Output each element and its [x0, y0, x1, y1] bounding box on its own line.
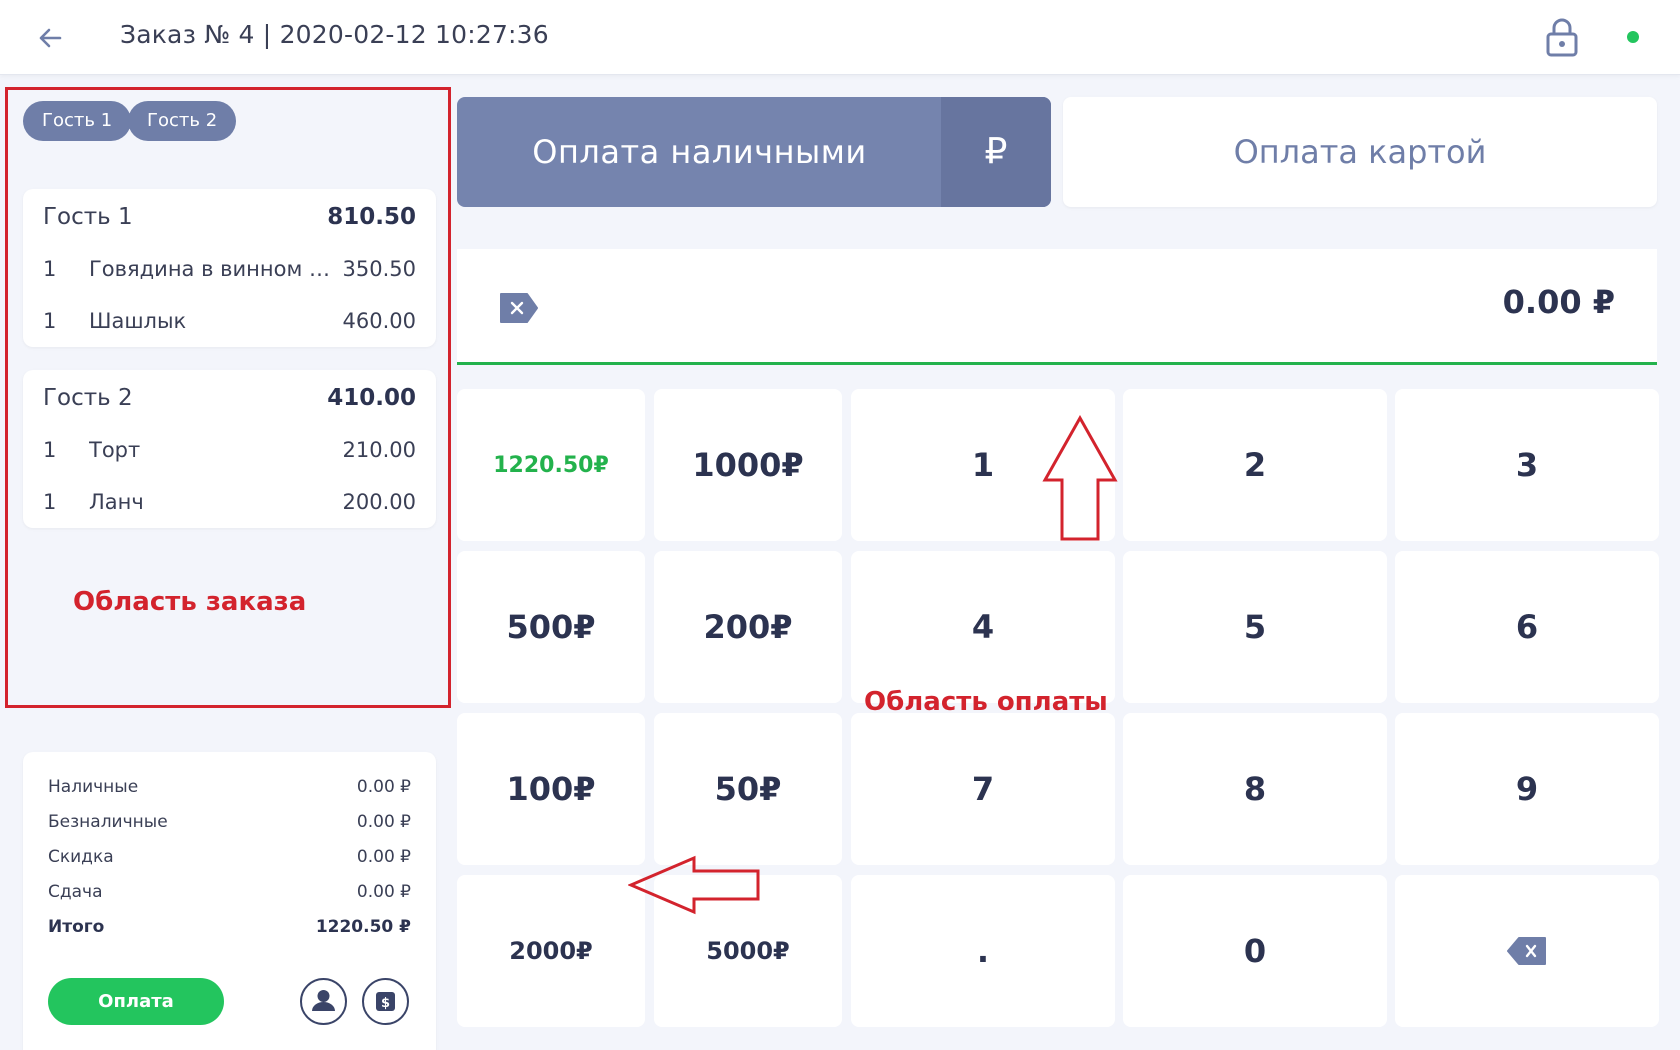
back-arrow-icon[interactable]: [32, 20, 68, 56]
guest-card-header: Гость 1 810.50: [43, 201, 416, 233]
connection-status-indicator: [1627, 31, 1639, 43]
summary-value: 0.00 ₽: [356, 812, 411, 832]
summary-row-total: Итого 1220.50 ₽: [48, 913, 411, 941]
preset-50-key[interactable]: 50₽: [654, 713, 842, 865]
guest-total: 410.00: [327, 385, 416, 411]
card-payment-tab[interactable]: Оплата картой: [1063, 97, 1657, 207]
summary-label: Сдача: [48, 882, 103, 902]
cash-payment-tab[interactable]: Оплата наличными ₽: [457, 97, 1051, 207]
dollar-badge-icon: $: [376, 992, 395, 1011]
item-qty: 1: [43, 438, 57, 462]
cash-payment-label: Оплата наличными: [532, 133, 867, 171]
pay-button[interactable]: Оплата: [48, 978, 224, 1025]
ruble-currency-icon: ₽: [941, 97, 1051, 207]
preset-500-key[interactable]: 500₽: [457, 551, 645, 703]
summary-row-noncash: Безналичные 0.00 ₽: [48, 808, 411, 836]
digit-2-key[interactable]: 2: [1123, 389, 1387, 541]
digit-3-key[interactable]: 3: [1395, 389, 1659, 541]
item-name: Говядина в винном с...: [89, 257, 341, 281]
preset-2000-key[interactable]: 2000₽: [457, 875, 645, 1027]
item-price: 460.00: [342, 309, 416, 333]
summary-value: 0.00 ₽: [356, 882, 411, 902]
item-name: Торт: [89, 438, 141, 462]
item-qty: 1: [43, 309, 57, 333]
order-item-row[interactable]: 1 Ланч 200.00: [43, 487, 416, 517]
preset-5000-key[interactable]: 5000₽: [654, 875, 842, 1027]
order-item-row[interactable]: 1 Торт 210.00: [43, 435, 416, 465]
digit-1-key[interactable]: 1: [851, 389, 1115, 541]
summary-label: Наличные: [48, 777, 139, 797]
lock-icon[interactable]: [1545, 17, 1579, 57]
backspace-icon: [1507, 937, 1546, 965]
digit-9-key[interactable]: 9: [1395, 713, 1659, 865]
summary-row-change: Сдача 0.00 ₽: [48, 878, 411, 906]
discount-button[interactable]: $: [362, 978, 409, 1025]
svg-text:$: $: [381, 996, 390, 1011]
digit-0-key[interactable]: 0: [1123, 875, 1387, 1027]
summary-value: 1220.50 ₽: [315, 917, 411, 937]
guest-card-1[interactable]: Гость 1 810.50 1 Говядина в винном с... …: [23, 189, 436, 347]
summary-label: Безналичные: [48, 812, 168, 832]
digit-6-key[interactable]: 6: [1395, 551, 1659, 703]
item-qty: 1: [43, 257, 57, 281]
item-name: Ланч: [89, 490, 144, 514]
digit-7-key[interactable]: 7: [851, 713, 1115, 865]
order-item-row[interactable]: 1 Шашлык 460.00: [43, 306, 416, 336]
guest-name: Гость 2: [43, 385, 133, 411]
summary-row-discount: Скидка 0.00 ₽: [48, 843, 411, 871]
guest-name: Гость 1: [43, 204, 133, 230]
amount-display: 0.00 ₽: [457, 249, 1657, 365]
order-title: Заказ № 4 | 2020-02-12 10:27:36: [120, 20, 549, 49]
item-price: 350.50: [342, 257, 416, 281]
summary-value: 0.00 ₽: [356, 777, 411, 797]
summary-label: Скидка: [48, 847, 114, 867]
digit-5-key[interactable]: 5: [1123, 551, 1387, 703]
customer-button[interactable]: [300, 978, 347, 1025]
payment-summary: Наличные 0.00 ₽ Безналичные 0.00 ₽ Скидк…: [23, 752, 436, 1050]
quick-total-key[interactable]: 1220.50₽: [457, 389, 645, 541]
summary-row-cash: Наличные 0.00 ₽: [48, 773, 411, 801]
preset-100-key[interactable]: 100₽: [457, 713, 645, 865]
payment-area-annotation: Область оплаты: [864, 687, 1108, 717]
item-qty: 1: [43, 490, 57, 514]
summary-value: 0.00 ₽: [356, 847, 411, 867]
clear-amount-icon[interactable]: [497, 292, 539, 324]
order-area-annotation: Область заказа: [73, 587, 307, 617]
guest-card-header: Гость 2 410.00: [43, 382, 416, 414]
preset-200-key[interactable]: 200₽: [654, 551, 842, 703]
amount-value: 0.00 ₽: [1502, 283, 1615, 321]
guest-total: 810.50: [327, 204, 416, 230]
item-price: 210.00: [342, 438, 416, 462]
order-area: Гость 1 Гость 2 Гость 1 810.50 1 Говядин…: [5, 87, 451, 708]
summary-label: Итого: [48, 917, 105, 937]
guest-tab-1[interactable]: Гость 1: [23, 101, 132, 141]
user-icon: [312, 990, 335, 1011]
guest-card-2[interactable]: Гость 2 410.00 1 Торт 210.00 1 Ланч 200.…: [23, 370, 436, 528]
digit-8-key[interactable]: 8: [1123, 713, 1387, 865]
top-bar: Заказ № 4 | 2020-02-12 10:27:36: [0, 0, 1680, 75]
decimal-point-key[interactable]: .: [851, 875, 1115, 1027]
guest-tab-2[interactable]: Гость 2: [128, 101, 237, 141]
digit-4-key[interactable]: 4: [851, 551, 1115, 703]
item-name: Шашлык: [89, 309, 187, 333]
item-price: 200.00: [342, 490, 416, 514]
backspace-key[interactable]: [1395, 875, 1659, 1027]
order-item-row[interactable]: 1 Говядина в винном с... 350.50: [43, 254, 416, 284]
preset-1000-key[interactable]: 1000₽: [654, 389, 842, 541]
